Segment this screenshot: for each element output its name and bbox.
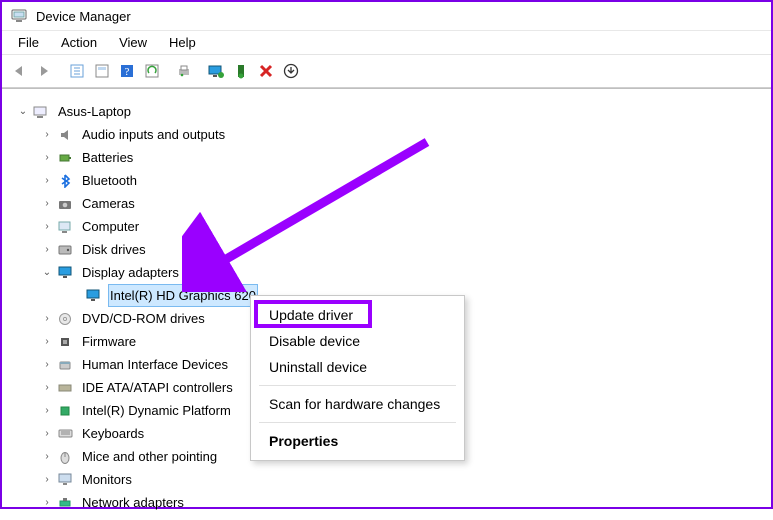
tree-device-label: Intel(R) HD Graphics 620 bbox=[108, 284, 258, 307]
ide-icon bbox=[56, 380, 74, 396]
chevron-right-icon[interactable]: › bbox=[40, 174, 54, 188]
tree-category[interactable]: › Network adapters bbox=[10, 491, 771, 514]
menu-help[interactable]: Help bbox=[159, 32, 206, 53]
network-icon bbox=[56, 495, 74, 511]
menu-view[interactable]: View bbox=[109, 32, 157, 53]
display-icon bbox=[56, 265, 74, 281]
chevron-down-icon[interactable]: ⌄ bbox=[16, 105, 30, 119]
tree-category-label: Cameras bbox=[80, 192, 137, 215]
tree-category-label: Bluetooth bbox=[80, 169, 139, 192]
computer-icon bbox=[32, 104, 50, 120]
tree-category-label: DVD/CD-ROM drives bbox=[80, 307, 207, 330]
properties-icon[interactable] bbox=[90, 59, 114, 83]
tree-category-label: Display adapters bbox=[80, 261, 181, 284]
chevron-right-icon[interactable]: › bbox=[40, 243, 54, 257]
tree-category-label: Intel(R) Dynamic Platform bbox=[80, 399, 233, 422]
display-icon bbox=[84, 288, 102, 304]
tree-category-label: Mice and other pointing bbox=[80, 445, 219, 468]
mouse-icon bbox=[56, 449, 74, 465]
camera-icon bbox=[56, 196, 74, 212]
chevron-right-icon[interactable]: › bbox=[40, 220, 54, 234]
chevron-right-icon[interactable]: › bbox=[40, 404, 54, 418]
cm-separator bbox=[259, 385, 456, 386]
tree-category[interactable]: › Bluetooth bbox=[10, 169, 771, 192]
print-icon[interactable] bbox=[172, 59, 196, 83]
chevron-right-icon[interactable]: › bbox=[40, 335, 54, 349]
toolbar: ? bbox=[2, 54, 771, 88]
update-icon[interactable] bbox=[279, 59, 303, 83]
chevron-right-icon[interactable]: › bbox=[40, 151, 54, 165]
enable-device-icon[interactable] bbox=[204, 59, 228, 83]
window-title: Device Manager bbox=[36, 9, 131, 24]
chevron-right-icon[interactable]: › bbox=[40, 381, 54, 395]
hid-icon bbox=[56, 357, 74, 373]
tree-category-label: Audio inputs and outputs bbox=[80, 123, 227, 146]
tree-category-label: Computer bbox=[80, 215, 141, 238]
tree-root[interactable]: ⌄ Asus-Laptop bbox=[10, 100, 771, 123]
cm-properties[interactable]: Properties bbox=[251, 428, 464, 454]
tree-category-label: Keyboards bbox=[80, 422, 146, 445]
dvd-icon bbox=[56, 311, 74, 327]
tree-category-label: Disk drives bbox=[80, 238, 148, 261]
chevron-right-icon[interactable]: › bbox=[40, 450, 54, 464]
battery-icon bbox=[56, 150, 74, 166]
chip-icon bbox=[56, 403, 74, 419]
device-manager-icon bbox=[10, 7, 28, 25]
svg-text:?: ? bbox=[125, 66, 130, 78]
audio-icon bbox=[56, 127, 74, 143]
monitor-icon bbox=[56, 472, 74, 488]
menu-file[interactable]: File bbox=[8, 32, 49, 53]
uninstall-icon[interactable] bbox=[254, 59, 278, 83]
chevron-down-icon[interactable]: ⌄ bbox=[40, 266, 54, 280]
cm-separator bbox=[259, 422, 456, 423]
menubar: File Action View Help bbox=[2, 30, 771, 54]
cm-uninstall-device[interactable]: Uninstall device bbox=[251, 354, 464, 380]
tree-category[interactable]: › Audio inputs and outputs bbox=[10, 123, 771, 146]
cm-disable-device[interactable]: Disable device bbox=[251, 328, 464, 354]
install-icon[interactable] bbox=[229, 59, 253, 83]
forward-button[interactable] bbox=[33, 59, 57, 83]
firmware-icon bbox=[56, 334, 74, 350]
tree-category[interactable]: › Computer bbox=[10, 215, 771, 238]
cm-update-driver[interactable]: Update driver bbox=[251, 302, 464, 328]
context-menu: Update driver Disable device Uninstall d… bbox=[250, 295, 465, 461]
tree-category[interactable]: › Monitors bbox=[10, 468, 771, 491]
titlebar: Device Manager bbox=[2, 2, 771, 30]
back-button[interactable] bbox=[8, 59, 32, 83]
tree-category[interactable]: › Batteries bbox=[10, 146, 771, 169]
tree-category-label: Human Interface Devices bbox=[80, 353, 230, 376]
tree-category-label: Monitors bbox=[80, 468, 134, 491]
cm-scan-hardware[interactable]: Scan for hardware changes bbox=[251, 391, 464, 417]
disk-icon bbox=[56, 242, 74, 258]
tree-category-display[interactable]: ⌄ Display adapters bbox=[10, 261, 771, 284]
tree-root-label: Asus-Laptop bbox=[56, 100, 133, 123]
tree-category[interactable]: › Cameras bbox=[10, 192, 771, 215]
chevron-right-icon[interactable]: › bbox=[40, 197, 54, 211]
chevron-right-icon[interactable]: › bbox=[40, 473, 54, 487]
chevron-right-icon[interactable]: › bbox=[40, 312, 54, 326]
tree-category-label: Network adapters bbox=[80, 491, 186, 514]
chevron-right-icon[interactable]: › bbox=[40, 427, 54, 441]
tree-category-label: IDE ATA/ATAPI controllers bbox=[80, 376, 235, 399]
chevron-right-icon[interactable]: › bbox=[40, 358, 54, 372]
chevron-right-icon[interactable]: › bbox=[40, 128, 54, 142]
show-all-icon[interactable] bbox=[65, 59, 89, 83]
menu-action[interactable]: Action bbox=[51, 32, 107, 53]
refresh-icon[interactable] bbox=[140, 59, 164, 83]
chevron-right-icon[interactable]: › bbox=[40, 496, 54, 510]
tree-category[interactable]: › Disk drives bbox=[10, 238, 771, 261]
help-icon[interactable]: ? bbox=[115, 59, 139, 83]
tree-category-label: Firmware bbox=[80, 330, 138, 353]
keyboard-icon bbox=[56, 426, 74, 442]
tree-category-label: Batteries bbox=[80, 146, 135, 169]
bluetooth-icon bbox=[56, 173, 74, 189]
computer-cat-icon bbox=[56, 219, 74, 235]
